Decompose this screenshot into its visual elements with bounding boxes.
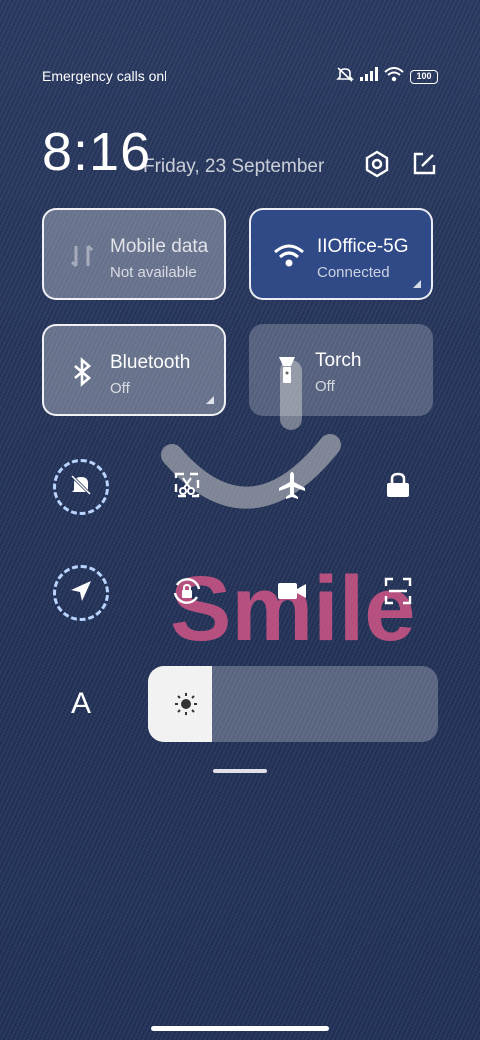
tile-bluetooth-name: Bluetooth [110,352,191,373]
tile-wifi[interactable]: IIOffice-5G Connected [249,208,433,300]
lock-icon [385,471,411,504]
tile-bluetooth-status: Off [110,380,130,397]
lock-toggle[interactable] [370,459,426,515]
screenshot-icon [173,471,201,504]
location-toggle[interactable] [53,565,109,621]
tile-mobile-data-status: Not available [110,264,197,281]
signal-icon [360,67,378,86]
mobile-data-icon [66,240,98,272]
silent-mode-icon [68,472,94,503]
screenshot-toggle[interactable] [159,459,215,515]
auto-brightness-toggle[interactable]: A [53,676,109,732]
brightness-slider[interactable] [148,666,438,742]
battery-icon: 100 [410,69,438,84]
rotation-lock-toggle[interactable] [159,565,215,621]
silent-icon [336,66,354,87]
scanner-toggle[interactable] [370,565,426,621]
battery-level-text: 100 [416,70,432,81]
clock[interactable]: 8:16 [42,122,151,182]
tile-mobile-data[interactable]: Mobile data Not available [42,208,226,300]
edit-icon[interactable] [410,150,438,178]
settings-icon[interactable] [363,150,391,178]
tile-bluetooth[interactable]: Bluetooth Off [42,324,226,416]
date[interactable]: Friday, 23 September [143,156,324,178]
tile-wifi-name: IIOffice-5G [317,236,409,257]
expand-corner-icon[interactable] [413,280,421,288]
airplane-icon [277,470,307,505]
sun-icon [174,692,198,716]
tile-torch[interactable]: Torch Off [249,324,433,416]
screen-record-toggle[interactable] [264,565,320,621]
screen-record-icon [277,580,307,607]
location-icon [69,579,93,608]
scanner-icon [384,577,412,610]
rotation-lock-icon [171,575,203,612]
status-bar: Emergency calls only 100 [42,66,438,86]
carrier-text: Emergency calls only [42,68,166,84]
tile-torch-name: Torch [315,350,362,371]
bluetooth-icon [66,356,98,388]
auto-brightness-label: A [70,687,91,720]
silent-mode-toggle[interactable] [53,459,109,515]
wifi-icon [384,66,404,87]
tile-torch-status: Off [315,378,335,395]
tile-wifi-status: Connected [317,264,390,281]
wifi-icon [273,240,305,272]
torch-icon [271,354,303,386]
panel-drag-handle[interactable] [213,769,267,773]
airplane-toggle[interactable] [264,459,320,515]
navigation-bar[interactable] [151,1026,329,1031]
tile-mobile-data-name: Mobile data [110,236,209,257]
expand-corner-icon[interactable] [206,396,214,404]
